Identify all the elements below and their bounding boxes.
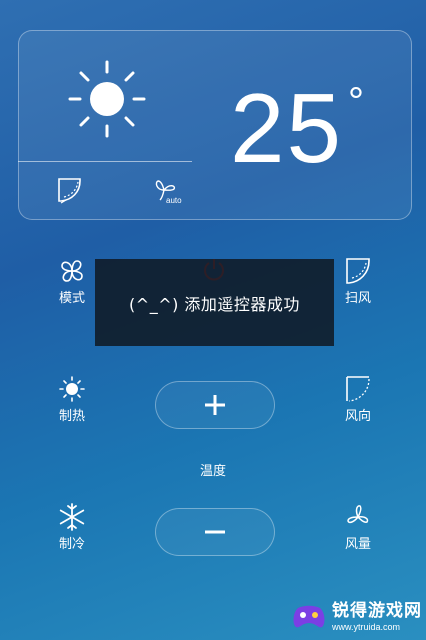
sweep-mode-icon <box>58 178 81 204</box>
heat-label: 制热 <box>58 409 85 424</box>
fan-auto-label: auto <box>166 196 182 205</box>
mode-icon <box>61 260 83 282</box>
temperature-label: 温度 <box>199 464 226 479</box>
direction-icon <box>346 376 370 402</box>
sweep-button[interactable]: 扫风 <box>328 256 388 308</box>
watermark-url: www.ytruida.com <box>332 622 401 632</box>
heat-icon <box>59 376 85 402</box>
fan-speed-button[interactable]: 风量 <box>328 502 388 554</box>
heat-button[interactable]: 制热 <box>42 374 102 426</box>
sweep-icon <box>346 258 370 284</box>
gamepad-logo-icon <box>293 605 325 628</box>
toast-message: (^_^) 添加遥控器成功 <box>95 259 334 346</box>
cool-label: 制冷 <box>58 537 85 552</box>
direction-label: 风向 <box>344 409 371 424</box>
sweep-label: 扫风 <box>344 291 371 306</box>
cool-button[interactable]: 制冷 <box>42 502 102 554</box>
watermark: 锐得游戏网 www.ytruida.com <box>292 596 424 638</box>
divider <box>18 161 192 162</box>
snowflake-icon <box>59 503 85 531</box>
mode-label: 模式 <box>58 291 85 306</box>
temperature-unit: ° <box>348 80 364 124</box>
plus-icon <box>205 395 225 415</box>
mode-button[interactable]: 模式 <box>42 256 102 308</box>
fan-icon <box>347 505 369 524</box>
fan-speed-label: 风量 <box>344 537 371 552</box>
temperature-value: 25 <box>230 73 344 183</box>
sun-icon <box>68 60 146 138</box>
temperature-up-button[interactable] <box>155 381 275 429</box>
temperature-down-button[interactable] <box>155 508 275 556</box>
minus-icon <box>205 530 225 534</box>
direction-button[interactable]: 风向 <box>328 374 388 426</box>
watermark-title: 锐得游戏网 <box>332 601 422 621</box>
